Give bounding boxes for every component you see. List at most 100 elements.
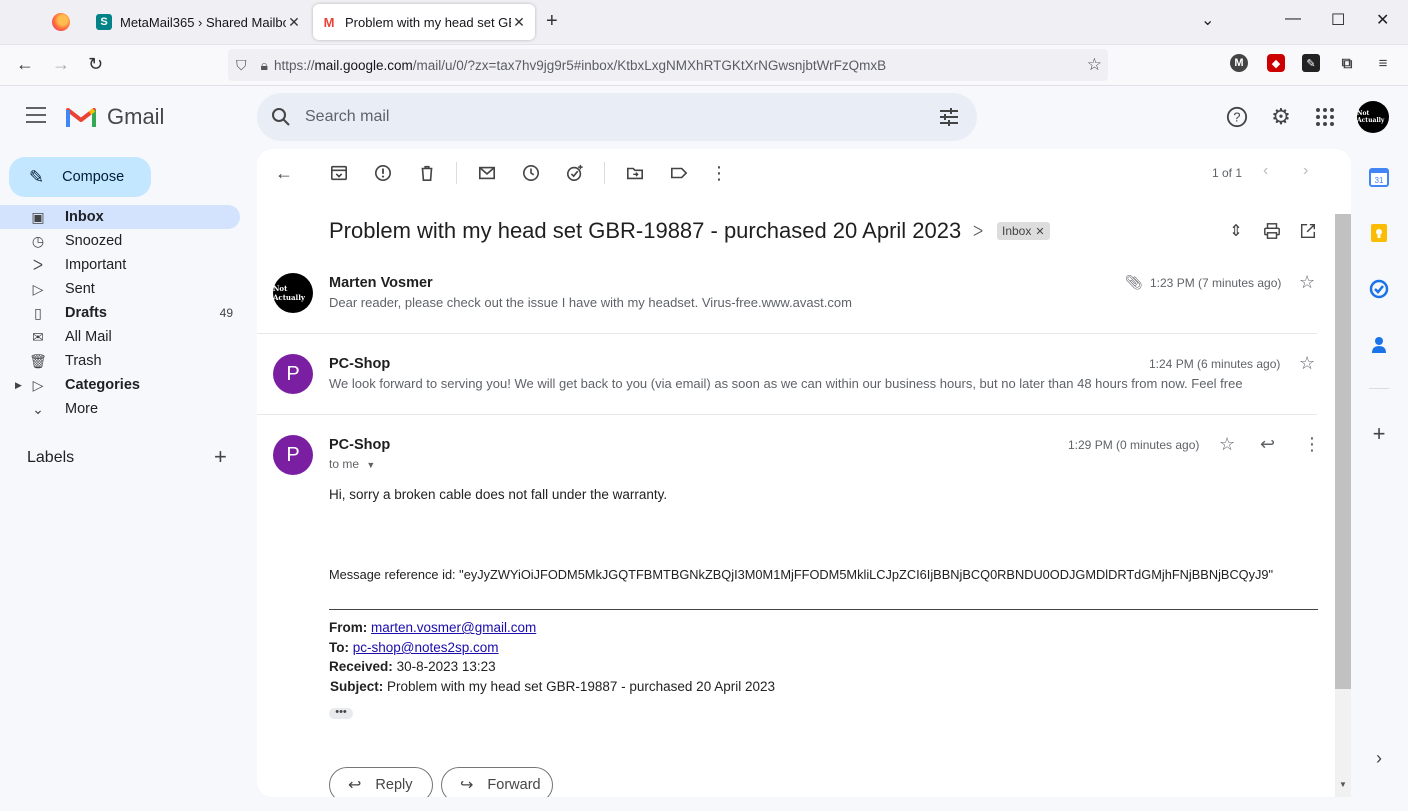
main-menu-icon[interactable] (26, 107, 46, 128)
sidebar-item-important[interactable]: ᐳ Important (0, 253, 240, 277)
quoted-subject-row: Subject: Problem with my head set GBR-19… (330, 679, 775, 694)
forward-button[interactable]: ↪ Forward (441, 767, 553, 797)
subject-label: Subject: (330, 679, 384, 694)
sidebar-item-snoozed[interactable]: ◷ Snoozed (0, 229, 240, 253)
scrollbar-thumb[interactable] (1335, 214, 1351, 689)
puzzle-icon[interactable]: ⧉ (1338, 54, 1356, 72)
back-to-inbox-icon[interactable]: ← (274, 163, 294, 183)
older-icon[interactable]: › (1303, 162, 1308, 180)
importance-marker-icon[interactable]: ᐳ (973, 223, 983, 240)
url-prefix: https:// (273, 57, 315, 73)
star-icon[interactable]: ☆ (1299, 353, 1315, 374)
forward-icon[interactable]: → (52, 54, 70, 75)
thread-subject: Problem with my head set GBR-19887 - pur… (329, 218, 962, 243)
search-options-icon[interactable] (939, 107, 959, 127)
menu-icon[interactable]: ≡ (1374, 54, 1392, 72)
sidebar-item-trash[interactable]: 🗑︎ Trash (0, 349, 240, 373)
toolbar-divider (604, 162, 605, 184)
reply-button[interactable]: ↩ Reply (329, 767, 433, 797)
settings-gear-icon[interactable]: ⚙ (1269, 104, 1293, 129)
search-icon[interactable] (271, 107, 291, 127)
contacts-icon[interactable] (1369, 335, 1389, 355)
close-tab-icon[interactable]: ✕ (286, 14, 302, 31)
archive-icon[interactable] (329, 163, 349, 183)
sidebar-item-more[interactable]: ⌄ More (0, 397, 240, 421)
labels-heading: Labels (27, 449, 75, 466)
expand-caret-icon[interactable]: ▶ (15, 380, 22, 391)
add-label-icon[interactable]: + (214, 446, 227, 468)
calendar-day: 31 (1375, 176, 1384, 185)
sidebar-nav: ▣ Inbox ◷ Snoozed ᐳ Important ▷ Sent ▯ D… (0, 205, 240, 421)
close-tab-icon[interactable]: ✕ (511, 14, 527, 31)
move-to-icon[interactable] (625, 163, 645, 183)
keep-icon[interactable] (1369, 223, 1389, 243)
star-icon[interactable]: ☆ (1219, 434, 1235, 455)
apps-grid-icon[interactable] (1313, 105, 1337, 129)
sidebar-item-all-mail[interactable]: ✉ All Mail (0, 325, 240, 349)
pagination-count: 1 of 1 (1212, 166, 1243, 180)
lock-icon[interactable]: 🔒︎ (261, 57, 268, 74)
to-email-link[interactable]: pc-shop@notes2sp.com (353, 640, 499, 655)
new-tab-icon[interactable]: + (546, 10, 558, 33)
reply-icon: ↩ (348, 777, 362, 794)
maximize-icon[interactable]: ☐ (1331, 10, 1345, 30)
browser-tab-gmail[interactable]: M Problem with my head set GBR- ✕ (313, 4, 535, 40)
add-icon[interactable]: + (1369, 421, 1389, 446)
from-email-link[interactable]: marten.vosmer@gmail.com (371, 620, 536, 635)
newer-icon[interactable]: ‹ (1263, 162, 1268, 180)
ublock-icon[interactable]: ◆ (1267, 54, 1285, 72)
search-bar[interactable] (257, 93, 977, 141)
help-icon[interactable]: ? (1225, 105, 1249, 129)
delete-icon[interactable] (417, 163, 437, 183)
collapsed-message[interactable]: P PC-Shop We look forward to serving you… (257, 353, 1317, 414)
star-icon[interactable]: ☆ (1299, 272, 1315, 293)
search-input[interactable] (303, 107, 907, 127)
firefox-icon[interactable] (52, 13, 70, 31)
url-bar[interactable]: ⛉ 🔒︎ https://mail.google.com/mail/u/0/?z… (228, 49, 1108, 81)
m-extension-icon[interactable]: M (1230, 54, 1248, 72)
tab-title: Problem with my head set GBR- (345, 14, 511, 30)
browser-nav-bar: ← → ↻ ⛉ 🔒︎ https://mail.google.com/mail/… (0, 45, 1408, 86)
password-extension-icon[interactable]: ✎ (1302, 54, 1320, 72)
reply-icon[interactable]: ↩ (1260, 434, 1275, 455)
report-spam-icon[interactable] (373, 163, 393, 183)
add-to-tasks-icon[interactable] (565, 163, 585, 183)
close-window-icon[interactable]: ✕ (1376, 10, 1389, 30)
sidebar-item-sent[interactable]: ▷ Sent (0, 277, 240, 301)
scroll-down-arrow-icon[interactable]: ▼ (1339, 780, 1347, 789)
hide-side-panel-icon[interactable]: › (1369, 748, 1389, 768)
sidebar-item-drafts[interactable]: ▯ Drafts 49 (0, 301, 240, 325)
remove-label-icon[interactable]: ✕ (1035, 225, 1044, 238)
account-avatar[interactable]: Not Actually (1357, 101, 1389, 133)
open-new-window-icon[interactable] (1298, 221, 1318, 241)
expand-all-icon[interactable]: ⇕ (1226, 221, 1246, 241)
show-trimmed-content-button[interactable]: ••• (329, 707, 353, 719)
reload-icon[interactable]: ↻ (88, 54, 103, 75)
sender-avatar: Not Actually (273, 273, 313, 313)
url-path: /mail/u/0/?zx=tax7hv9jg9r5#inbox/KtbxLxg… (412, 57, 887, 73)
more-vert-icon[interactable]: ⋮ (709, 163, 729, 183)
print-icon[interactable] (1262, 221, 1282, 241)
browser-tab-metamail[interactable]: S MetaMail365 › Shared Mailboxe ✕ (88, 4, 310, 40)
sidebar-item-inbox[interactable]: ▣ Inbox (0, 205, 240, 229)
bookmark-star-icon[interactable]: ☆ (1087, 55, 1102, 75)
shield-icon[interactable]: ⛉ (236, 57, 247, 74)
gmail-m-icon (66, 108, 96, 127)
back-icon[interactable]: ← (16, 54, 34, 75)
mark-unread-icon[interactable] (477, 163, 497, 183)
more-vert-icon[interactable]: ⋮ (1303, 434, 1321, 455)
tasks-icon[interactable] (1369, 279, 1389, 299)
sidebar-item-label: Sent (65, 281, 95, 297)
label-important-icon: ᐳ (32, 256, 44, 273)
labels-icon[interactable] (669, 163, 689, 183)
calendar-icon[interactable]: 31 (1369, 167, 1389, 187)
compose-button[interactable]: ✎ Compose (9, 157, 151, 197)
collapsed-message[interactable]: Not Actually Marten Vosmer Dear reader, … (257, 272, 1317, 333)
gmail-logo[interactable]: Gmail (66, 104, 164, 130)
sidebar-item-categories[interactable]: ▶ ▷ Categories (0, 373, 240, 397)
recipient-line[interactable]: to me ▼ (329, 457, 375, 471)
tab-list-chevron-icon[interactable]: ⌄ (1201, 10, 1214, 30)
snooze-clock-icon[interactable] (521, 163, 541, 183)
show-details-caret-icon[interactable]: ▼ (366, 460, 375, 470)
minimize-icon[interactable]: — (1285, 10, 1301, 28)
